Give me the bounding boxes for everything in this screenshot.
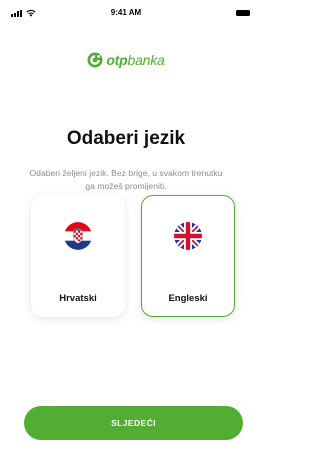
language-option-english[interactable]: Engleski <box>141 195 235 317</box>
language-option-croatian[interactable]: Hrvatski <box>31 195 125 317</box>
otp-logo-icon <box>87 52 103 68</box>
brand-name-bold: otp <box>106 52 128 68</box>
uk-flag-icon <box>174 222 202 250</box>
battery-icon <box>236 10 250 16</box>
status-bar: 9:41 AM <box>0 0 252 22</box>
language-label-croatian: Hrvatski <box>59 293 97 304</box>
croatia-flag-icon <box>64 222 92 250</box>
next-button[interactable]: SLJEDEĆI <box>24 406 243 440</box>
brand-name-rest: banka <box>127 52 165 68</box>
language-label-english: Engleski <box>168 293 208 304</box>
brand-wordmark: otpbanka <box>106 52 165 68</box>
status-time: 9:41 AM <box>110 8 142 17</box>
brand-logo: otpbanka <box>0 52 252 68</box>
page-subtitle: Odaberi željeni jezik. Bez brige, u svak… <box>29 168 223 191</box>
page-title: Odaberi jezik <box>66 128 186 149</box>
